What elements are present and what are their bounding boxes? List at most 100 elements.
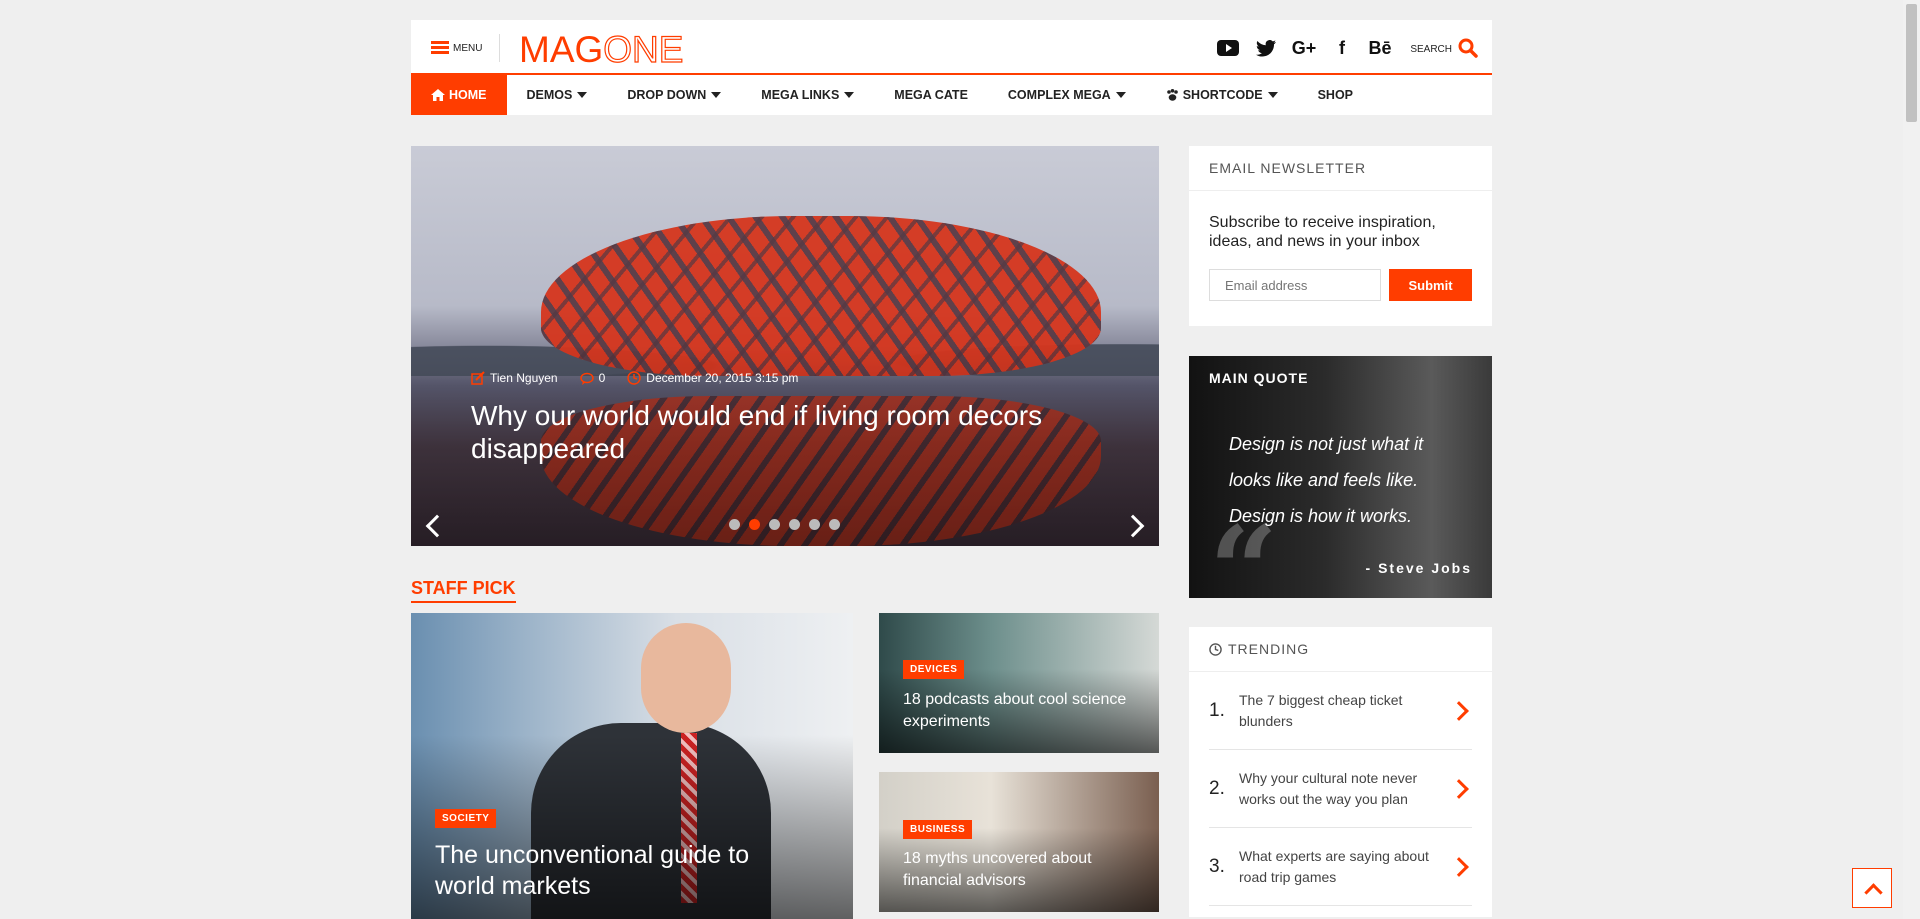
search-label[interactable]: SEARCH xyxy=(1410,44,1452,55)
slider-dots xyxy=(729,519,840,530)
newsletter-title: EMAIL NEWSLETTER xyxy=(1189,146,1492,191)
list-item[interactable]: 2. Why your cultural note never works ou… xyxy=(1209,750,1472,828)
category-badge[interactable]: BUSINESS xyxy=(903,820,973,839)
category-badge[interactable]: DEVICES xyxy=(903,660,965,679)
nav-label-demos: DEMOS xyxy=(526,88,573,102)
edit-icon xyxy=(471,371,485,385)
nav-item-complex-mega[interactable]: COMPLEX MEGA xyxy=(988,75,1146,115)
nav-label-shop: SHOP xyxy=(1317,88,1354,102)
slide-author[interactable]: Tien Nguyen xyxy=(471,371,558,385)
scroll-to-top-button[interactable] xyxy=(1852,868,1892,908)
chevron-right-icon[interactable] xyxy=(1449,778,1469,799)
nav-label-shortcode: SHORTCODE xyxy=(1182,88,1263,102)
slider-dot[interactable] xyxy=(729,519,740,530)
featured-slider[interactable]: Tien Nguyen 0 December 20, 2015 3:15 pm … xyxy=(411,146,1159,546)
nav-item-demos[interactable]: DEMOS xyxy=(507,75,608,115)
behance-icon[interactable]: Bē xyxy=(1368,37,1392,59)
google-plus-icon[interactable]: G+ xyxy=(1292,37,1317,59)
nav-item-shop[interactable]: SHOP xyxy=(1298,75,1373,115)
slider-dot[interactable] xyxy=(809,519,820,530)
slide-date-text: December 20, 2015 3:15 pm xyxy=(646,371,799,385)
logo-part-mag: MAG xyxy=(519,29,604,70)
facebook-icon[interactable]: f xyxy=(1330,37,1354,59)
search-icon[interactable] xyxy=(1458,38,1478,58)
caret-down-icon xyxy=(1115,92,1126,98)
slide-meta: Tien Nguyen 0 December 20, 2015 3:15 pm xyxy=(471,371,798,385)
slide-title[interactable]: Why our world would end if living room d… xyxy=(471,399,1121,465)
newsletter-text: Subscribe to receive inspiration, ideas,… xyxy=(1209,214,1436,250)
caret-down-icon xyxy=(844,92,855,98)
site-header: MENU MAGONE G+ f Bē SEARCH xyxy=(411,20,1492,75)
menu-separator xyxy=(499,34,500,62)
paw-icon xyxy=(1166,89,1178,101)
caret-down-icon xyxy=(1267,92,1278,98)
twitter-icon[interactable] xyxy=(1254,37,1278,59)
card-image-head xyxy=(641,623,731,733)
nav-label-complex-mega: COMPLEX MEGA xyxy=(1007,88,1111,102)
card-title[interactable]: 18 myths uncovered about financial advis… xyxy=(903,848,1143,892)
card-title[interactable]: 18 podcasts about cool science experimen… xyxy=(903,689,1143,733)
email-field[interactable] xyxy=(1209,269,1381,301)
nav-item-home[interactable]: HOME xyxy=(411,75,507,115)
category-badge[interactable]: SOCIETY xyxy=(435,809,497,828)
page-scrollbar[interactable] xyxy=(1903,0,1920,919)
slider-dot[interactable] xyxy=(789,519,800,530)
nav-item-mega-links[interactable]: MEGA LINKS xyxy=(741,75,874,115)
trending-title: TRENDING xyxy=(1228,641,1310,657)
sidebar: EMAIL NEWSLETTER Subscribe to receive in… xyxy=(1189,146,1492,917)
quote-widget: MAIN QUOTE “ Design is not just what it … xyxy=(1189,356,1492,598)
site-logo[interactable]: MAGONE xyxy=(519,28,684,71)
logo-part-one: ONE xyxy=(603,28,684,70)
scrollbar-thumb[interactable] xyxy=(1906,4,1917,122)
trend-number: 1. xyxy=(1209,699,1225,721)
social-links: G+ f Bē xyxy=(1216,37,1392,59)
youtube-icon[interactable] xyxy=(1216,37,1240,59)
comment-icon xyxy=(579,372,594,385)
slider-dot[interactable] xyxy=(769,519,780,530)
card-title[interactable]: The unconventional guide to world market… xyxy=(435,840,815,902)
chevron-right-icon[interactable] xyxy=(1449,856,1469,877)
quote-text: Design is not just what it looks like an… xyxy=(1229,434,1424,526)
submit-button[interactable]: Submit xyxy=(1389,269,1472,301)
chevron-right-icon[interactable] xyxy=(1449,700,1469,721)
nav-item-shortcode[interactable]: SHORTCODE xyxy=(1146,75,1298,115)
home-icon xyxy=(431,89,445,101)
trend-title[interactable]: Why your cultural note never works out t… xyxy=(1239,768,1452,810)
trending-header: TRENDING xyxy=(1189,627,1492,672)
nav-label-drop-down: DROP DOWN xyxy=(627,88,707,102)
trend-number: 2. xyxy=(1209,777,1225,799)
hamburger-icon xyxy=(431,41,449,55)
slide-author-name: Tien Nguyen xyxy=(490,371,558,385)
main-nav: HOME DEMOS DROP DOWN MEGA LINKS MEGA CAT… xyxy=(411,75,1492,115)
slide-comment-count: 0 xyxy=(598,371,606,385)
clock-icon xyxy=(627,371,642,385)
caret-down-icon xyxy=(711,92,722,98)
newsletter-form: Submit xyxy=(1189,251,1492,301)
trend-title[interactable]: What experts are saying about road trip … xyxy=(1239,846,1452,888)
nav-item-mega-cate[interactable]: MEGA CATE xyxy=(874,75,988,115)
page-container: MENU MAGONE G+ f Bē SEARCH HOME DEMOS DR… xyxy=(411,20,1492,919)
slide-comments[interactable]: 0 xyxy=(579,371,606,385)
slide-date: December 20, 2015 3:15 pm xyxy=(627,371,798,385)
list-item[interactable]: 3. What experts are saying about road tr… xyxy=(1209,828,1472,906)
trend-number: 3. xyxy=(1209,855,1225,877)
quote-author: - Steve Jobs xyxy=(1365,560,1472,576)
quote-title: MAIN QUOTE xyxy=(1209,370,1309,386)
slider-dot[interactable] xyxy=(829,519,840,530)
menu-label: MENU xyxy=(453,42,483,54)
nav-label-home: HOME xyxy=(449,88,487,102)
staff-pick-main-card[interactable]: SOCIETY The unconventional guide to worl… xyxy=(411,613,853,919)
trending-widget: TRENDING 1. The 7 biggest cheap ticket b… xyxy=(1189,627,1492,917)
slider-dot-active[interactable] xyxy=(749,519,760,530)
caret-down-icon xyxy=(577,92,588,98)
staff-pick-title: STAFF PICK xyxy=(411,578,516,603)
nav-label-mega-cate: MEGA CATE xyxy=(894,88,968,102)
staff-pick-card-business[interactable]: BUSINESS 18 myths uncovered about financ… xyxy=(879,772,1159,912)
newsletter-widget: EMAIL NEWSLETTER Subscribe to receive in… xyxy=(1189,146,1492,326)
nav-item-drop-down[interactable]: DROP DOWN xyxy=(607,75,741,115)
clock-icon xyxy=(1209,642,1222,656)
list-item[interactable]: 1. The 7 biggest cheap ticket blunders xyxy=(1209,672,1472,750)
menu-button[interactable]: MENU xyxy=(431,41,482,55)
trend-title[interactable]: The 7 biggest cheap ticket blunders xyxy=(1239,690,1452,732)
staff-pick-card-devices[interactable]: DEVICES 18 podcasts about cool science e… xyxy=(879,613,1159,753)
